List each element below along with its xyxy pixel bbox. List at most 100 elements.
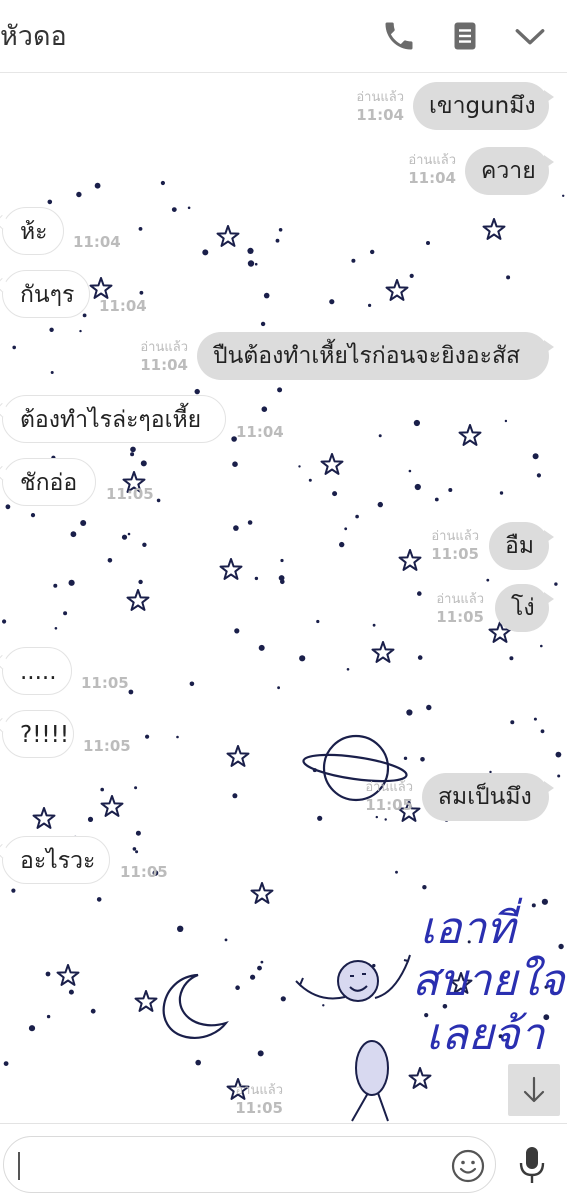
microphone-icon[interactable] (517, 1144, 547, 1190)
background-dot (45, 971, 51, 977)
background-dot (378, 434, 382, 438)
background-dot (12, 345, 16, 350)
background-dot (277, 387, 283, 393)
background-dot (46, 1014, 51, 1019)
message-bubble-in[interactable]: ต้องทำไรล่ะๆอเหี้ย (2, 395, 226, 443)
message-bubble-out[interactable]: โง่ (495, 584, 554, 632)
background-star (385, 279, 409, 301)
background-dot (135, 830, 141, 836)
message-time: 11:05 (81, 674, 129, 692)
background-star (219, 558, 243, 580)
emoji-icon[interactable] (450, 1148, 486, 1188)
message-time: 11:05 (436, 608, 484, 626)
background-dot (156, 498, 161, 503)
background-dot (316, 619, 320, 624)
message-bubble-out[interactable]: ปืนต้องทำเหี้ยไรก่อนจะยิงอะสัส (197, 332, 554, 380)
background-dot (90, 1008, 96, 1014)
background-star (482, 218, 506, 240)
message-bubble-out[interactable]: สมเป็นมึง (422, 773, 554, 821)
background-dot (234, 628, 240, 634)
background-dot (202, 249, 209, 256)
background-star (216, 225, 240, 247)
background-dot (254, 262, 258, 266)
message-time: 11:04 (140, 356, 188, 374)
message-bubble-in[interactable]: ห้ะ (2, 207, 64, 255)
background-dot (533, 717, 537, 721)
background-dot (107, 558, 113, 563)
background-dot (426, 704, 432, 711)
message-input[interactable] (3, 1136, 496, 1193)
message-bubble-in[interactable]: ?!!!! (2, 710, 74, 758)
background-dot (414, 483, 421, 491)
background-dot (257, 1050, 264, 1057)
background-dot (372, 623, 376, 627)
background-dot (50, 371, 54, 374)
read-receipt: อ่านแล้ว (408, 153, 456, 168)
background-dot (128, 689, 134, 695)
message-bubble-in[interactable]: กันๆร (2, 270, 90, 318)
scroll-to-bottom-button[interactable] (508, 1064, 560, 1116)
background-dot (176, 735, 179, 739)
background-dot (54, 627, 58, 630)
message-meta: อ่านแล้ว 11:04 (140, 339, 188, 375)
message-composer (0, 1123, 567, 1201)
message-bubble-in[interactable]: ..... (2, 647, 72, 695)
background-dot (351, 258, 356, 263)
background-star (56, 964, 80, 986)
background-dot (368, 303, 372, 307)
background-dot (130, 446, 136, 453)
message-time: 11:04 (236, 423, 284, 441)
message-time: 11:04 (408, 169, 456, 187)
message-bubble-out[interactable]: เขาgunมึง (413, 82, 554, 130)
background-dot (260, 960, 264, 964)
background-dot (257, 965, 262, 971)
background-dot (448, 488, 453, 492)
message-bubble-in[interactable]: อะไรวะ (2, 836, 110, 884)
message-bubble-out[interactable]: ควาย (465, 147, 554, 195)
background-dot (510, 720, 515, 725)
background-star (134, 990, 158, 1012)
read-receipt: อ่านแล้ว (356, 90, 404, 105)
read-receipt: อ่านแล้ว (436, 592, 484, 607)
svg-text:เลยจ้า: เลยจ้า (426, 1009, 546, 1060)
background-dot (94, 182, 101, 189)
background-dot (426, 241, 430, 245)
background-dot (531, 903, 536, 908)
read-receipt: อ่านแล้ว (365, 780, 413, 795)
background-dot (540, 729, 545, 734)
background-dot (263, 292, 270, 299)
message-bubble-in[interactable]: ชักอ่อ (2, 458, 96, 506)
background-dot (145, 734, 150, 739)
background-dot (3, 1061, 9, 1066)
message-bubble-out[interactable]: อืม (489, 522, 554, 570)
background-star (226, 745, 250, 767)
background-dot (187, 206, 191, 210)
background-dot (49, 327, 54, 332)
background-dot (558, 943, 564, 950)
background-dot (30, 513, 36, 518)
chevron-down-icon[interactable] (512, 18, 548, 54)
background-dot (554, 582, 558, 586)
background-dot (370, 249, 375, 255)
chat-area[interactable]: เอาที่ สบายใจ เลยจ้า เขาgunมึง อ่านแล้ว … (0, 73, 567, 1123)
stick-figure-drawing (295, 954, 411, 1122)
notes-icon[interactable] (447, 18, 483, 54)
text-caret (18, 1152, 20, 1180)
background-dot (422, 885, 427, 890)
background-dot (417, 591, 422, 596)
background-dot (194, 388, 200, 395)
background-dot (329, 299, 335, 305)
background-dot (232, 461, 238, 468)
background-dot (280, 996, 286, 1002)
background-star (250, 882, 274, 904)
background-dot (121, 534, 128, 540)
background-dot (11, 888, 16, 893)
background-dot (160, 180, 165, 186)
background-dot (280, 579, 285, 585)
background-dot (261, 406, 268, 413)
background-dot (332, 491, 338, 497)
message-time: 11:04 (356, 106, 404, 124)
background-dot (247, 520, 253, 525)
message-time: 11:04 (99, 297, 147, 315)
phone-icon[interactable] (381, 18, 417, 54)
